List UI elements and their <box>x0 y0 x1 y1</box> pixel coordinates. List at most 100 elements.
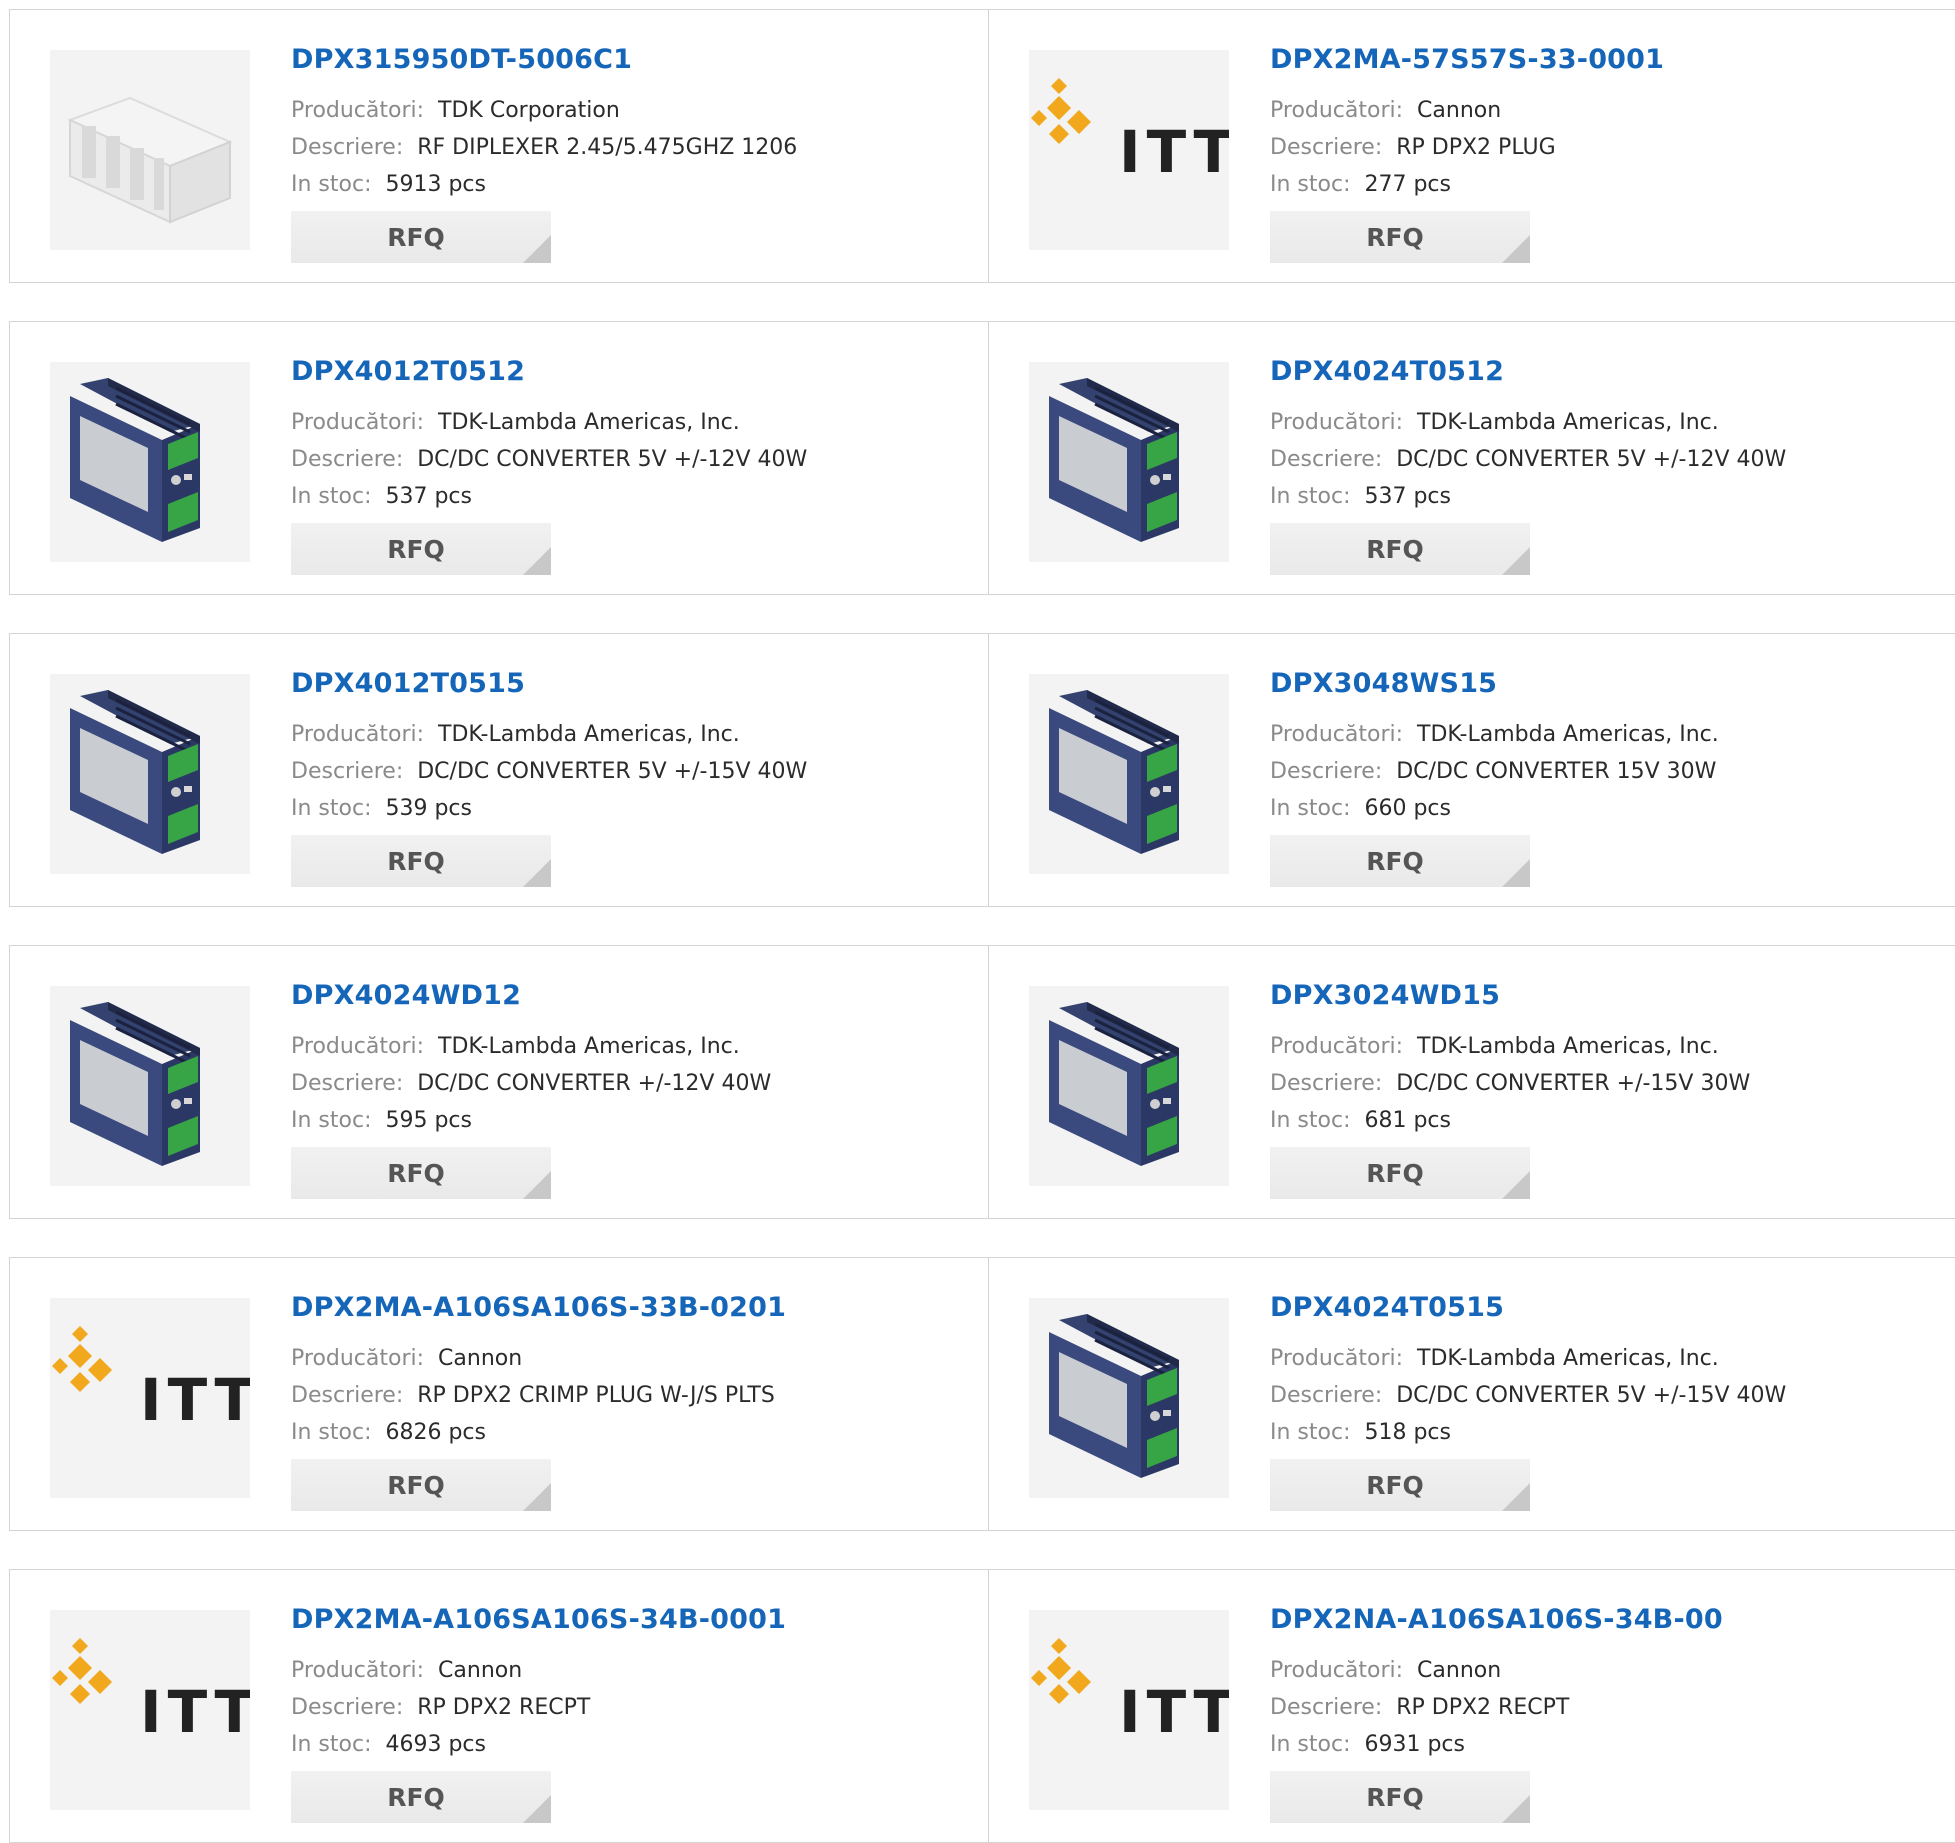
product-card: DPX3048WS15 Producători: TDK-Lambda Ameri… <box>988 634 1955 906</box>
product-card: DPX315950DT-5006C1 Producători: TDK Corpo… <box>10 10 988 282</box>
product-title-link[interactable]: DPX2MA-57S57S-33-0001 <box>1270 44 1664 75</box>
rfq-button[interactable]: RFQ <box>1270 1147 1530 1199</box>
description-line: Descriere: DC/DC CONVERTER 5V +/-15V 40W <box>1270 1383 1786 1408</box>
product-image-dc-converter[interactable] <box>50 674 250 874</box>
stock-label: In stoc: <box>291 1732 372 1757</box>
product-image-itt-logo[interactable]: ITT <box>1029 1610 1229 1810</box>
description-label: Descriere: <box>1270 447 1383 472</box>
rfq-button[interactable]: RFQ <box>291 835 551 887</box>
product-title-link[interactable]: DPX2MA-A106SA106S-34B-0001 <box>291 1604 786 1635</box>
stock-label: In stoc: <box>1270 1732 1351 1757</box>
manufacturer-line: Producători: Cannon <box>291 1658 522 1683</box>
rfq-button-label: RFQ <box>1366 1782 1424 1812</box>
rfq-button[interactable]: RFQ <box>291 1147 551 1199</box>
rfq-button[interactable]: RFQ <box>1270 211 1530 263</box>
manufacturer-value: TDK Corporation <box>438 98 620 123</box>
rfq-button[interactable]: RFQ <box>1270 1459 1530 1511</box>
product-image-dc-converter[interactable] <box>1029 986 1229 1186</box>
product-card: ITT DPX2MA-57S57S-33-0001 Producători: Ca… <box>988 10 1955 282</box>
stock-line: In stoc: 4693 pcs <box>291 1732 486 1757</box>
product-card: ITT DPX2MA-A106SA106S-34B-0001 Producăto… <box>10 1570 988 1842</box>
stock-value: 518 pcs <box>1364 1420 1451 1445</box>
manufacturer-label: Producători: <box>1270 1034 1404 1059</box>
product-title-link[interactable]: DPX2MA-A106SA106S-33B-0201 <box>291 1292 786 1323</box>
stock-value: 539 pcs <box>385 796 472 821</box>
manufacturer-value: Cannon <box>1417 1658 1502 1683</box>
rfq-button[interactable]: RFQ <box>291 1459 551 1511</box>
rfq-button[interactable]: RFQ <box>291 211 551 263</box>
rfq-corner-decoration <box>1502 1483 1530 1511</box>
product-card: DPX4024T0512 Producători: TDK-Lambda Amer… <box>988 322 1955 594</box>
stock-label: In stoc: <box>1270 1108 1351 1133</box>
description-value: DC/DC CONVERTER +/-15V 30W <box>1396 1071 1751 1096</box>
manufacturer-line: Producători: TDK-Lambda Americas, Inc. <box>291 1034 740 1059</box>
description-value: DC/DC CONVERTER 5V +/-15V 40W <box>417 759 808 784</box>
stock-value: 537 pcs <box>1364 484 1451 509</box>
manufacturer-line: Producători: TDK-Lambda Americas, Inc. <box>1270 410 1719 435</box>
description-label: Descriere: <box>291 1071 404 1096</box>
manufacturer-label: Producători: <box>291 1346 425 1371</box>
description-label: Descriere: <box>1270 759 1383 784</box>
product-title-link[interactable]: DPX4024WD12 <box>291 980 521 1011</box>
description-value: DC/DC CONVERTER 5V +/-12V 40W <box>1396 447 1787 472</box>
product-title-link[interactable]: DPX4012T0512 <box>291 356 525 387</box>
manufacturer-line: Producători: TDK-Lambda Americas, Inc. <box>291 722 740 747</box>
product-row: DPX315950DT-5006C1 Producători: TDK Corpo… <box>9 9 1955 283</box>
product-image-itt-logo[interactable]: ITT <box>50 1610 250 1810</box>
product-title-link[interactable]: DPX4024T0512 <box>1270 356 1504 387</box>
itt-logo-text: ITT <box>1119 118 1229 186</box>
product-image-dc-converter[interactable] <box>1029 674 1229 874</box>
stock-value: 4693 pcs <box>385 1732 486 1757</box>
product-title-link[interactable]: DPX4024T0515 <box>1270 1292 1504 1323</box>
description-line: Descriere: DC/DC CONVERTER 5V +/-15V 40W <box>291 759 807 784</box>
product-image-dc-converter[interactable] <box>50 362 250 562</box>
rfq-button[interactable]: RFQ <box>1270 523 1530 575</box>
product-row: DPX4024WD12 Producători: TDK-Lambda Ameri… <box>9 945 1955 1219</box>
manufacturer-value: TDK-Lambda Americas, Inc. <box>438 1034 740 1059</box>
product-image-dc-converter[interactable] <box>50 986 250 1186</box>
itt-logo-text: ITT <box>140 1366 250 1434</box>
rfq-corner-decoration <box>523 1795 551 1823</box>
product-image-chip[interactable] <box>50 50 250 250</box>
product-title-link[interactable]: DPX2NA-A106SA106S-34B-00 <box>1270 1604 1723 1635</box>
rfq-corner-decoration <box>1502 859 1530 887</box>
description-line: Descriere: RP DPX2 RECPT <box>1270 1695 1569 1720</box>
product-title-link[interactable]: DPX315950DT-5006C1 <box>291 44 632 75</box>
rfq-button-label: RFQ <box>387 1158 445 1188</box>
product-title-link[interactable]: DPX3024WD15 <box>1270 980 1500 1011</box>
description-line: Descriere: RF DIPLEXER 2.45/5.475GHZ 1206 <box>291 135 797 160</box>
manufacturer-value: TDK-Lambda Americas, Inc. <box>438 722 740 747</box>
description-label: Descriere: <box>1270 1695 1383 1720</box>
manufacturer-label: Producători: <box>1270 1346 1404 1371</box>
product-image-dc-converter[interactable] <box>1029 1298 1229 1498</box>
product-image-dc-converter[interactable] <box>1029 362 1229 562</box>
product-title-link[interactable]: DPX3048WS15 <box>1270 668 1497 699</box>
stock-label: In stoc: <box>1270 796 1351 821</box>
description-line: Descriere: RP DPX2 CRIMP PLUG W-J/S PLTS <box>291 1383 775 1408</box>
itt-logo-text: ITT <box>140 1678 250 1746</box>
rfq-button[interactable]: RFQ <box>291 1771 551 1823</box>
manufacturer-line: Producători: TDK-Lambda Americas, Inc. <box>1270 722 1719 747</box>
stock-value: 6931 pcs <box>1364 1732 1465 1757</box>
manufacturer-value: Cannon <box>438 1346 523 1371</box>
product-image-itt-logo[interactable]: ITT <box>50 1298 250 1498</box>
product-title-link[interactable]: DPX4012T0515 <box>291 668 525 699</box>
description-label: Descriere: <box>1270 1383 1383 1408</box>
manufacturer-value: TDK-Lambda Americas, Inc. <box>1417 1346 1719 1371</box>
description-label: Descriere: <box>291 1695 404 1720</box>
description-label: Descriere: <box>291 759 404 784</box>
rfq-corner-decoration <box>1502 235 1530 263</box>
manufacturer-label: Producători: <box>291 410 425 435</box>
description-value: DC/DC CONVERTER 5V +/-12V 40W <box>417 447 808 472</box>
rfq-button-label: RFQ <box>1366 1158 1424 1188</box>
rfq-button[interactable]: RFQ <box>1270 1771 1530 1823</box>
stock-value: 537 pcs <box>385 484 472 509</box>
description-label: Descriere: <box>1270 1071 1383 1096</box>
rfq-button[interactable]: RFQ <box>291 523 551 575</box>
manufacturer-label: Producători: <box>291 1034 425 1059</box>
product-image-itt-logo[interactable]: ITT <box>1029 50 1229 250</box>
rfq-button[interactable]: RFQ <box>1270 835 1530 887</box>
manufacturer-line: Producători: TDK Corporation <box>291 98 620 123</box>
stock-label: In stoc: <box>291 796 372 821</box>
manufacturer-line: Producători: Cannon <box>291 1346 522 1371</box>
